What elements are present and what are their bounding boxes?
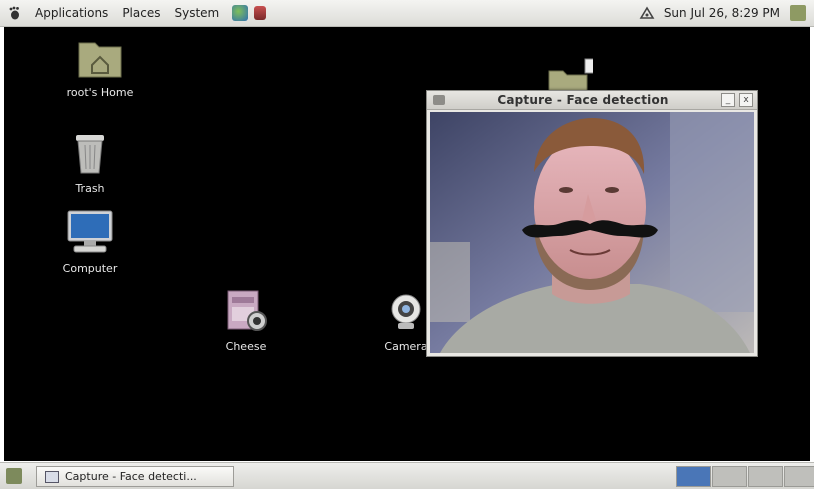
workspace-3[interactable] — [748, 466, 783, 487]
update-tray-icon[interactable] — [638, 5, 656, 21]
folder-icon — [548, 58, 600, 92]
workspace-1[interactable] — [676, 466, 711, 487]
bottom-panel: Capture - Face detecti... — [0, 462, 814, 489]
desktop-icon-label: root's Home — [66, 86, 134, 99]
menu-system[interactable]: System — [167, 6, 226, 20]
desktop-icon-label: Trash — [75, 182, 105, 195]
desktop-icon-label: Cheese — [225, 340, 267, 353]
minimize-button[interactable]: _ — [721, 93, 735, 107]
workspace-4[interactable] — [784, 466, 814, 487]
desktop-icon-home[interactable]: root's Home — [60, 37, 140, 99]
taskbar-window-button[interactable]: Capture - Face detecti... — [36, 466, 234, 487]
desktop: root's Home Trash Computer Cheese Camera… — [4, 27, 810, 461]
browser-launcher-icon[interactable] — [232, 5, 249, 21]
trash-icon — [76, 135, 104, 174]
desktop-icon-cheese[interactable]: Cheese — [206, 289, 286, 353]
desktop-icon-trash[interactable]: Trash — [50, 131, 130, 195]
webcam-icon — [391, 294, 421, 329]
clock[interactable]: Sun Jul 26, 8:29 PM — [664, 6, 780, 20]
cheese-icon — [227, 290, 267, 331]
network-launcher-icon[interactable] — [254, 6, 267, 20]
menu-places[interactable]: Places — [115, 6, 167, 20]
workspace-switcher — [676, 466, 814, 487]
video-frame — [430, 112, 754, 353]
show-desktop-icon[interactable] — [6, 468, 22, 484]
capture-window[interactable]: Capture - Face detection _ x — [426, 90, 758, 357]
desktop-icon-label: Computer — [62, 262, 118, 275]
gnome-foot-icon[interactable] — [8, 6, 22, 20]
window-title: Capture - Face detection — [497, 93, 669, 107]
top-panel: Applications Places System Sun Jul 26, 8… — [0, 0, 814, 27]
window-menu-icon[interactable] — [433, 95, 445, 105]
desktop-icon-computer[interactable]: Computer — [50, 209, 130, 275]
applet-tray-icon[interactable] — [790, 5, 806, 21]
home-folder-icon — [78, 42, 122, 78]
workspace-2[interactable] — [712, 466, 747, 487]
close-button[interactable]: x — [739, 93, 753, 107]
menu-applications[interactable]: Applications — [28, 6, 115, 20]
window-titlebar[interactable]: Capture - Face detection _ x — [427, 91, 757, 110]
face-detection-feed-image — [430, 112, 754, 353]
window-icon — [45, 470, 59, 483]
computer-icon — [67, 210, 113, 253]
taskbar-window-label: Capture - Face detecti... — [65, 470, 197, 483]
